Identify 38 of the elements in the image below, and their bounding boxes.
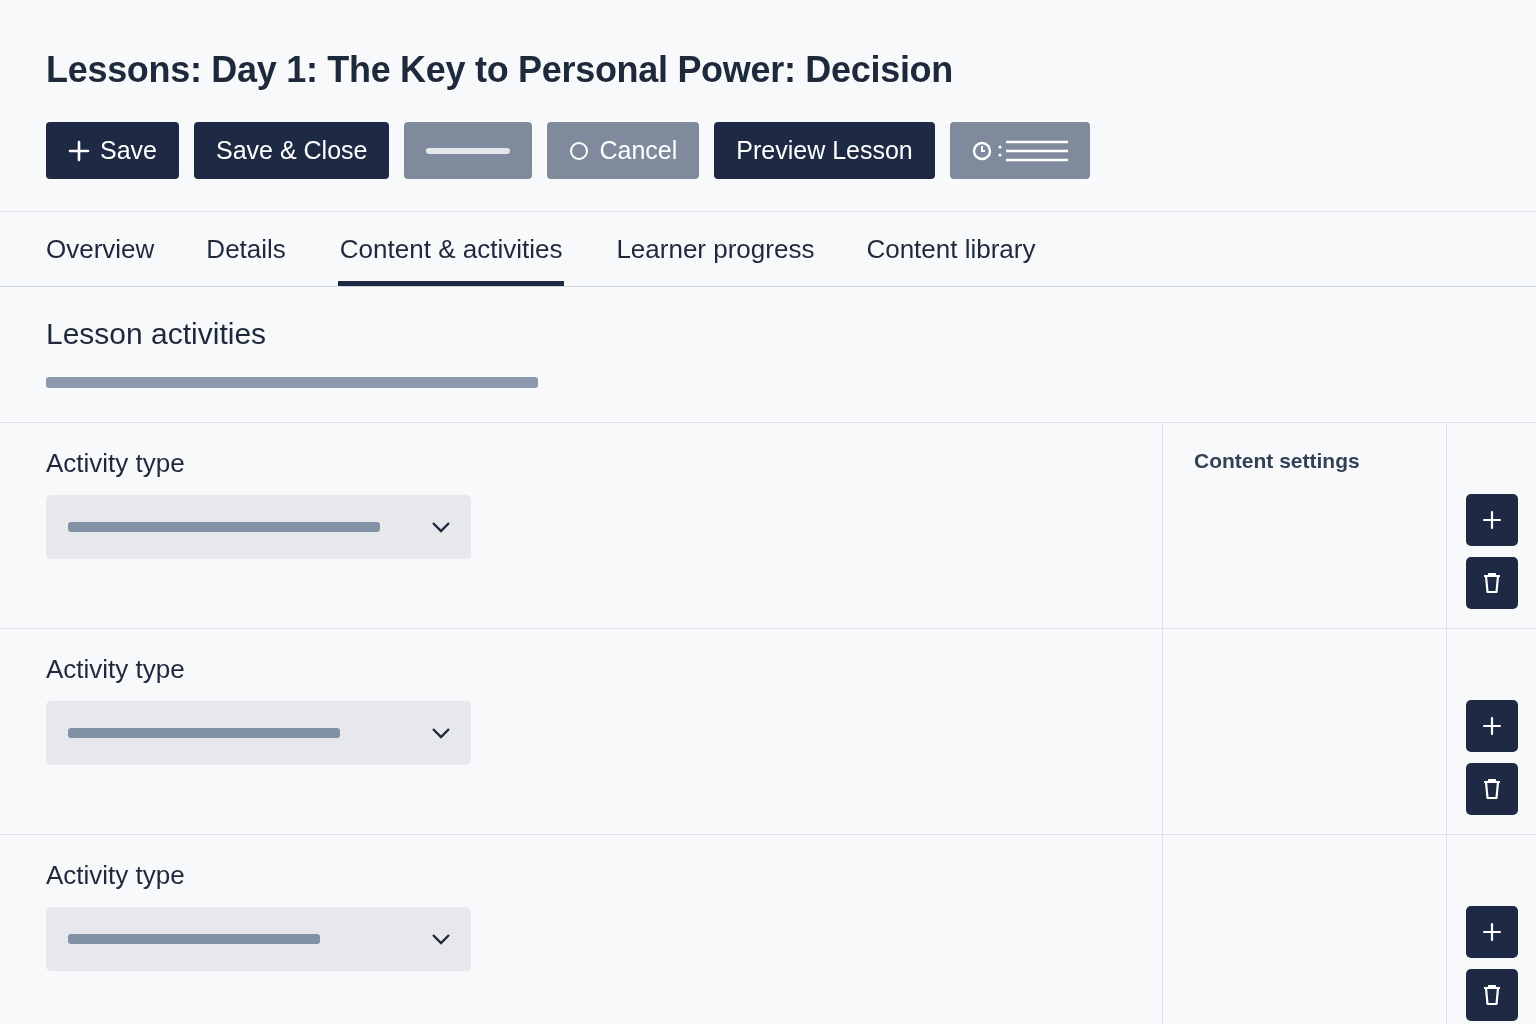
plus-icon — [1481, 510, 1502, 530]
plus-icon — [1481, 922, 1502, 942]
dropdown[interactable] — [46, 701, 471, 765]
placeholder-bar-icon — [426, 146, 511, 155]
trash-icon — [1481, 778, 1502, 800]
section-title: Lesson activities — [46, 316, 268, 352]
toolbar-button[interactable]: Save — [46, 122, 179, 179]
tab[interactable]: Details — [206, 212, 286, 286]
delete-button[interactable] — [1465, 763, 1518, 815]
column-label: Content settings — [1194, 449, 1361, 473]
add-button[interactable] — [1465, 700, 1518, 752]
circle-icon — [569, 140, 590, 161]
chevron-down-icon — [431, 727, 451, 739]
chevron-down-icon — [431, 933, 451, 945]
trash-icon — [1481, 572, 1502, 594]
dropdown[interactable] — [46, 495, 471, 559]
toolbar-icon-button[interactable] — [404, 122, 533, 179]
tab[interactable]: Learner progress — [616, 212, 815, 286]
toolbar-button[interactable]: Preview Lesson — [714, 122, 935, 179]
clock-list-icon — [971, 138, 1068, 163]
toolbar-button[interactable]: Save & Close — [194, 122, 390, 179]
dropdown[interactable] — [46, 907, 471, 971]
delete-button[interactable] — [1465, 969, 1518, 1021]
chevron-down-icon — [431, 521, 451, 533]
trash-icon — [1481, 984, 1502, 1006]
add-button[interactable] — [1465, 906, 1518, 958]
add-button[interactable] — [1465, 494, 1518, 546]
field-label: Activity type — [46, 653, 186, 685]
plus-icon — [68, 139, 90, 162]
tab[interactable]: Content & activities — [337, 212, 565, 286]
tab[interactable]: Content library — [866, 212, 1036, 286]
tab[interactable]: Overview — [46, 212, 155, 286]
delete-button[interactable] — [1465, 557, 1518, 609]
toolbar-icon-button[interactable] — [949, 122, 1090, 179]
plus-icon — [1481, 716, 1502, 736]
field-label: Activity type — [46, 859, 186, 891]
page-title: Lessons: Day 1: The Key to Personal Power: Decision — [46, 48, 954, 92]
field-label: Activity type — [46, 447, 186, 479]
